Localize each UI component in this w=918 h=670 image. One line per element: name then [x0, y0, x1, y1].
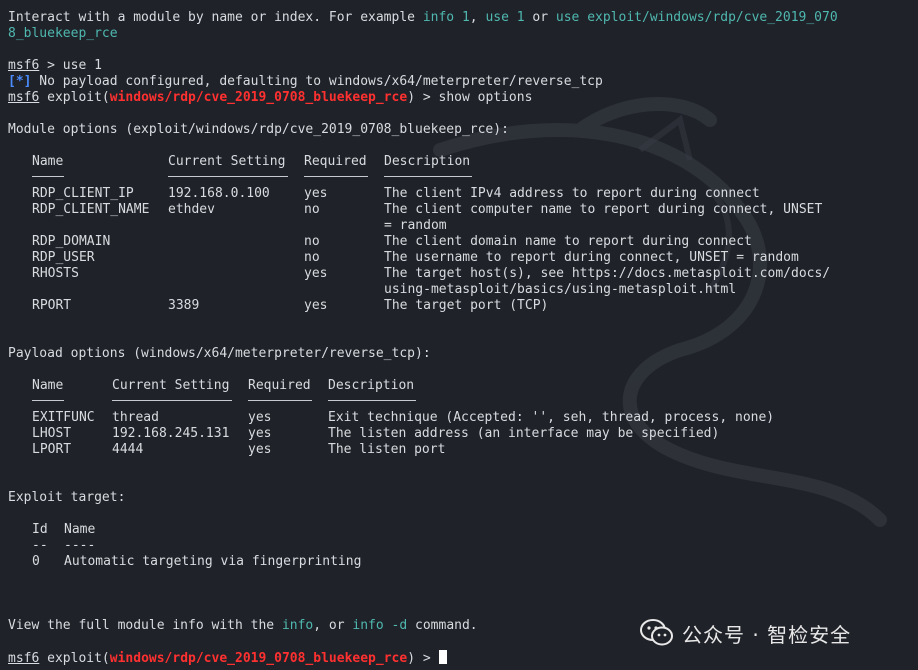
option-name: RDP_USER — [32, 250, 95, 265]
target-header-id: Id — [32, 522, 48, 537]
option-description: The target port (TCP) — [384, 298, 549, 313]
intro-line-1: Interact with a module by name or index.… — [8, 10, 838, 26]
intro-example-use-path: use exploit/windows/rdp/cve_2019_070 — [555, 10, 838, 25]
payload-header-description: Description — [328, 378, 415, 393]
intro-example-info: info 1 — [422, 10, 470, 25]
intro-example-use: use 1 — [485, 10, 525, 25]
command-show-options: ) > show options — [407, 90, 533, 105]
wechat-watermark: 公众号 · 智检安全 — [640, 618, 851, 648]
notice-text: No payload configured, defaulting to win… — [31, 74, 603, 89]
option-description: The username to report during connect, U… — [384, 250, 799, 265]
option-name: RDP_CLIENT_IP — [32, 186, 134, 201]
watermark-text: 公众号 · 智检安全 — [682, 622, 852, 647]
option-setting: thread — [112, 410, 159, 425]
module-header-description: Description — [384, 154, 471, 169]
prompt-module-name: windows/rdp/cve_2019_0708_bluekeep_rce — [109, 651, 408, 666]
intro-line-2: 8_bluekeep_rce — [8, 26, 118, 41]
target-header-name: Name — [64, 522, 96, 537]
option-required: no — [304, 250, 320, 265]
module-options-heading: Module options (exploit/windows/rdp/cve_… — [8, 122, 509, 137]
payload-header-underline — [328, 400, 416, 401]
option-required: yes — [248, 410, 272, 425]
command-line-current[interactable]: msf6 exploit(windows/rdp/cve_2019_0708_b… — [8, 650, 447, 666]
option-setting: 3389 — [168, 298, 200, 313]
target-id: 0 — [32, 554, 40, 569]
option-name: RDP_CLIENT_NAME — [32, 202, 150, 217]
module-header-required: Required — [304, 154, 367, 169]
option-name: RPORT — [32, 298, 72, 313]
module-header-underline — [304, 176, 368, 177]
payload-header-name: Name — [32, 378, 64, 393]
payload-options-heading: Payload options (windows/x64/meterpreter… — [8, 346, 431, 361]
option-description: The client IPv4 address to report during… — [384, 186, 760, 201]
option-name: LPORT — [32, 442, 72, 457]
footer-hint: View the full module info with the info,… — [8, 618, 478, 634]
module-header-underline — [384, 176, 472, 177]
option-setting: 192.168.245.131 — [112, 426, 230, 441]
option-required: yes — [304, 266, 328, 281]
option-setting: ethdev — [168, 202, 215, 217]
payload-header-setting: Current Setting — [112, 378, 230, 393]
option-description: The listen port — [328, 442, 446, 457]
prompt-module-name: windows/rdp/cve_2019_0708_bluekeep_rce — [109, 90, 408, 105]
notice-info-icon: [*] — [8, 74, 32, 89]
option-description: The client domain name to report during … — [384, 234, 752, 249]
notice-line: [*] No payload configured, defaulting to… — [8, 74, 603, 90]
option-required: yes — [248, 426, 272, 441]
option-setting: 192.168.0.100 — [168, 186, 270, 201]
module-header-underline — [168, 176, 288, 177]
payload-header-underline — [248, 400, 312, 401]
footer-text: View the full module info with the — [8, 618, 282, 633]
target-header-dashes-id: -- — [32, 538, 48, 553]
prompt-exploit-prefix: exploit( — [39, 90, 110, 105]
footer-text: , or — [313, 618, 353, 633]
prompt-label: msf6 — [8, 58, 40, 73]
prompt-label: msf6 — [8, 651, 40, 666]
wechat-icon — [640, 619, 673, 646]
option-name: RDP_DOMAIN — [32, 234, 111, 249]
intro-text: Interact with a module by name or index.… — [8, 10, 423, 25]
footer-info-command: info — [281, 618, 314, 633]
option-required: yes — [248, 442, 272, 457]
module-header-underline — [32, 176, 64, 177]
option-required: yes — [304, 186, 328, 201]
option-name: LHOST — [32, 426, 72, 441]
option-required: no — [304, 202, 320, 217]
payload-header-underline — [32, 400, 64, 401]
option-required: yes — [304, 298, 328, 313]
terminal-window[interactable]: Interact with a module by name or index.… — [0, 0, 918, 670]
payload-header-required: Required — [248, 378, 311, 393]
footer-text: command. — [407, 618, 478, 633]
option-name: EXITFUNC — [32, 410, 95, 425]
module-header-name: Name — [32, 154, 64, 169]
intro-comma: , — [469, 10, 486, 25]
intro-or: or — [524, 10, 556, 25]
option-description: The listen address (an interface may be … — [328, 426, 720, 441]
text-cursor[interactable] — [438, 650, 447, 664]
option-description-cont: = random — [384, 218, 447, 233]
option-description-cont: using-metasploit/basics/using-metasploit… — [384, 282, 737, 297]
option-name: RHOSTS — [32, 266, 79, 281]
command-line-show-options: msf6 exploit(windows/rdp/cve_2019_0708_b… — [8, 90, 532, 106]
option-description: The target host(s), see https://docs.met… — [384, 266, 831, 281]
option-description: The client computer name to report durin… — [384, 202, 823, 217]
option-required: no — [304, 234, 320, 249]
prompt-exploit-prefix: exploit( — [39, 651, 110, 666]
target-header-dashes-name: ---- — [64, 538, 96, 553]
prompt-suffix: ) > — [407, 651, 439, 666]
target-name: Automatic targeting via fingerprinting — [64, 554, 362, 569]
command-line-use: msf6 > use 1 — [8, 58, 102, 74]
prompt-label: msf6 — [8, 90, 40, 105]
exploit-target-heading: Exploit target: — [8, 490, 126, 505]
footer-info-d-command: info -d — [352, 618, 408, 633]
payload-header-underline — [112, 400, 232, 401]
option-setting: 4444 — [112, 442, 144, 457]
module-header-setting: Current Setting — [168, 154, 286, 169]
command-use: > use 1 — [39, 58, 102, 73]
option-description: Exit technique (Accepted: '', seh, threa… — [328, 410, 775, 425]
